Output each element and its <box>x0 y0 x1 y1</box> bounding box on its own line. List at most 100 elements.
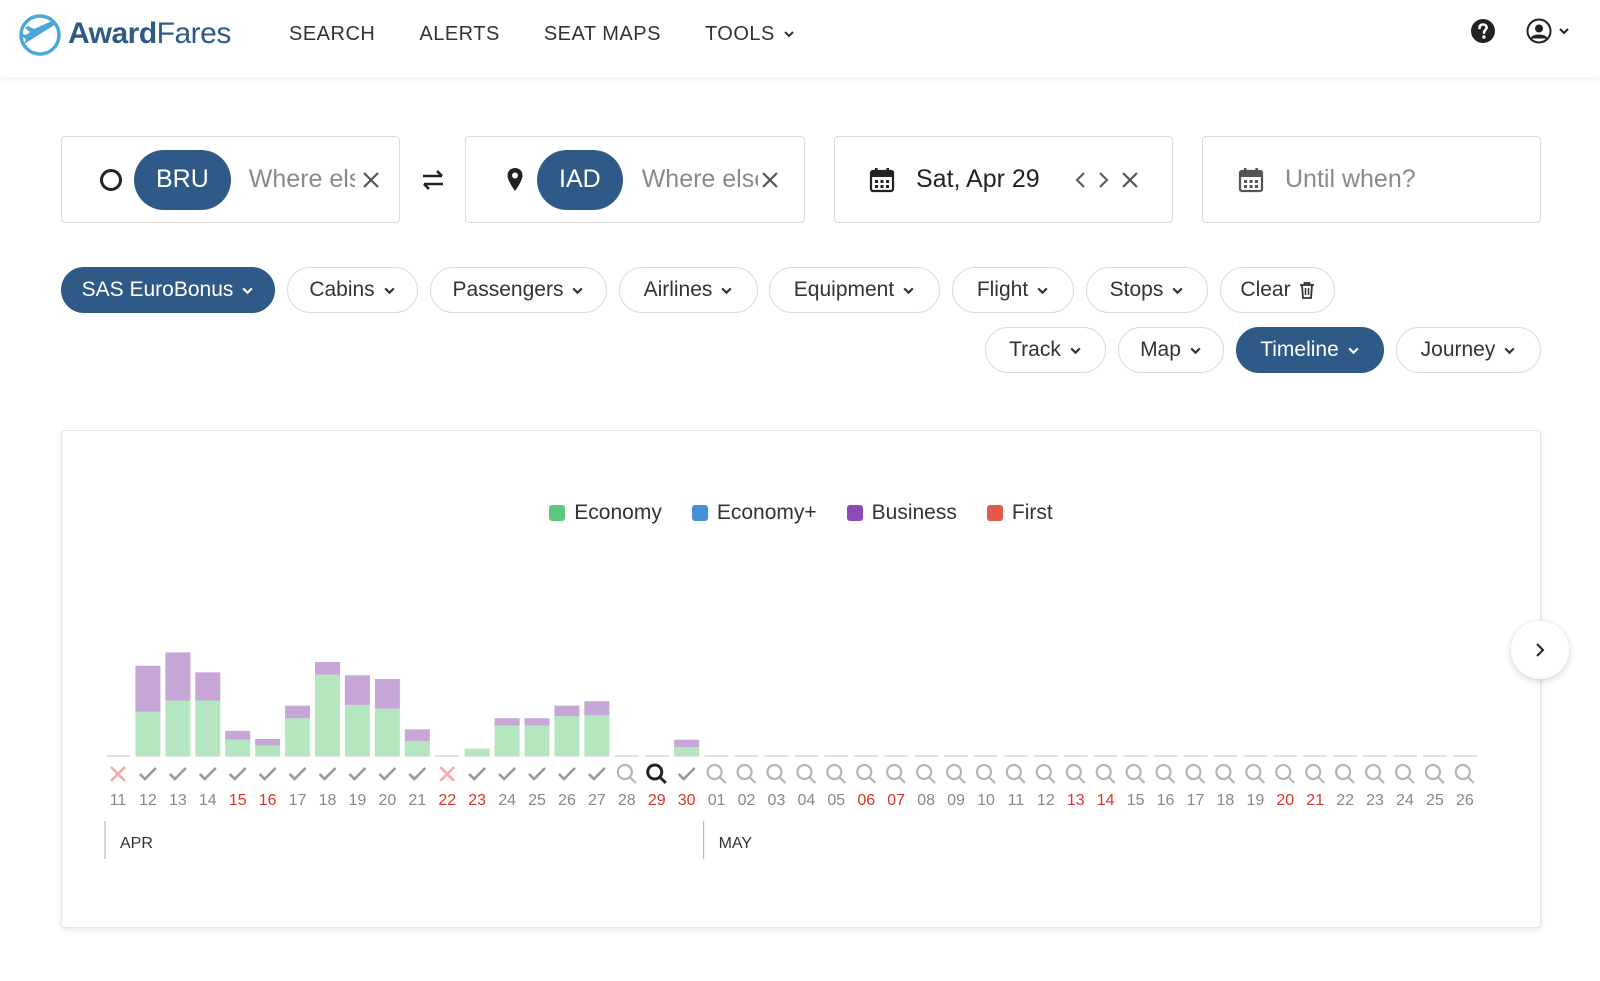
day-label: 20 <box>378 792 396 809</box>
clear-filters-button[interactable]: Clear <box>1220 267 1335 313</box>
chevron-down-icon <box>1504 347 1515 354</box>
search-icon[interactable] <box>1424 763 1445 784</box>
check-icon[interactable] <box>378 767 397 781</box>
no-availability-icon[interactable] <box>110 766 126 782</box>
passengers-filter-button[interactable]: Passengers <box>430 267 607 313</box>
map-button[interactable]: Map <box>1118 327 1224 373</box>
equipment-filter-button[interactable]: Equipment <box>769 267 940 313</box>
day-label: 19 <box>349 792 367 809</box>
day-label: 01 <box>708 792 726 809</box>
search-icon[interactable] <box>1275 763 1296 784</box>
destination-placeholder[interactable]: Where else? <box>642 165 758 194</box>
search-icon[interactable] <box>1065 763 1086 784</box>
equipment-filter-label: Equipment <box>793 278 895 301</box>
clear-origin-icon[interactable] <box>361 170 381 190</box>
program-filter-button[interactable]: SAS EuroBonus <box>61 267 275 313</box>
help-icon[interactable] <box>1470 18 1496 44</box>
main-nav: SEARCH ALERTS SEAT MAPS TOOLS <box>289 20 839 48</box>
timeline-button[interactable]: Timeline <box>1236 327 1384 373</box>
origin-field[interactable]: BRU Where else? <box>61 136 400 223</box>
search-icon[interactable] <box>916 763 936 784</box>
airlines-filter-button[interactable]: Airlines <box>619 267 758 313</box>
origin-airport-chip[interactable]: BRU <box>134 149 231 210</box>
selected-date[interactable]: Sat, Apr 29 <box>916 165 1068 194</box>
nav-tools[interactable]: TOOLS <box>705 20 795 48</box>
search-icon[interactable] <box>1005 763 1026 784</box>
user-menu[interactable] <box>1526 18 1570 44</box>
check-icon[interactable] <box>198 767 217 781</box>
check-icon[interactable] <box>498 767 517 781</box>
check-icon[interactable] <box>558 767 576 781</box>
check-icon[interactable] <box>677 767 696 781</box>
track-button[interactable]: Track <box>985 327 1106 373</box>
clear-date-icon[interactable] <box>1120 170 1140 190</box>
search-icon[interactable] <box>766 763 787 784</box>
economy-bar <box>225 739 251 756</box>
check-icon[interactable] <box>228 767 247 781</box>
business-bar <box>225 730 251 740</box>
day-label: 23 <box>468 792 486 809</box>
check-icon[interactable] <box>408 767 427 781</box>
origin-placeholder[interactable]: Where else? <box>249 165 355 194</box>
nav-search[interactable]: SEARCH <box>289 20 375 48</box>
until-date-placeholder[interactable]: Until when? <box>1285 165 1416 194</box>
nav-seat-maps[interactable]: SEAT MAPS <box>544 20 661 48</box>
search-icon[interactable] <box>856 763 877 784</box>
search-icon[interactable] <box>1394 763 1415 784</box>
program-filter-label: SAS EuroBonus <box>81 278 234 301</box>
economy-bar <box>374 708 400 756</box>
check-icon[interactable] <box>168 767 187 781</box>
check-icon[interactable] <box>258 767 277 781</box>
check-icon[interactable] <box>528 767 546 781</box>
journey-button[interactable]: Journey <box>1396 327 1541 373</box>
destination-field[interactable]: IAD Where else? <box>465 136 805 223</box>
search-icon[interactable] <box>616 763 637 784</box>
next-period-button[interactable] <box>1511 621 1569 679</box>
brand-name-part-award: Award <box>68 17 157 50</box>
no-availability-icon[interactable] <box>439 766 456 782</box>
search-icon[interactable] <box>1155 763 1176 784</box>
check-icon[interactable] <box>139 767 157 781</box>
calendar-icon <box>869 167 895 192</box>
search-icon[interactable] <box>826 763 847 784</box>
check-icon[interactable] <box>318 767 337 781</box>
until-date-field[interactable]: Until when? <box>1202 136 1541 223</box>
search-icon[interactable] <box>975 763 996 784</box>
flight-filter-button[interactable]: Flight <box>952 267 1074 313</box>
business-bar <box>255 738 281 746</box>
check-icon[interactable] <box>288 767 307 781</box>
nav-alerts[interactable]: ALERTS <box>419 20 499 48</box>
search-icon[interactable] <box>1364 763 1385 784</box>
search-icon[interactable] <box>1035 763 1056 784</box>
search-icon[interactable] <box>736 763 757 784</box>
search-icon[interactable] <box>706 763 727 784</box>
stops-filter-button[interactable]: Stops <box>1086 267 1208 313</box>
search-icon[interactable] <box>796 763 817 784</box>
cabins-filter-button[interactable]: Cabins <box>287 267 418 313</box>
check-icon[interactable] <box>587 767 606 781</box>
search-icon[interactable] <box>1305 763 1325 784</box>
awardfares-logo[interactable]: AwardFares <box>16 10 231 58</box>
day-label: 28 <box>618 792 636 809</box>
swap-icon[interactable] <box>421 168 445 192</box>
search-icon[interactable] <box>886 763 906 784</box>
next-date-icon[interactable] <box>1096 170 1110 190</box>
search-icon[interactable] <box>1215 763 1236 784</box>
clear-destination-icon[interactable] <box>760 170 780 190</box>
previous-date-icon[interactable] <box>1074 170 1088 190</box>
search-icon[interactable] <box>1125 763 1146 784</box>
day-label: 16 <box>259 792 277 809</box>
economy-bar <box>315 674 341 756</box>
check-icon[interactable] <box>348 767 367 781</box>
date-field[interactable]: Sat, Apr 29 <box>834 136 1173 223</box>
search-icon[interactable] <box>1454 763 1475 784</box>
check-icon[interactable] <box>468 767 487 781</box>
search-icon[interactable] <box>1245 763 1266 784</box>
search-icon[interactable] <box>1335 763 1355 784</box>
search-icon[interactable] <box>945 763 966 784</box>
search-icon[interactable] <box>1185 763 1206 784</box>
search-icon[interactable] <box>1095 763 1116 784</box>
selected-search-icon[interactable] <box>646 763 667 785</box>
day-label: 17 <box>1187 792 1205 809</box>
destination-airport-chip[interactable]: IAD <box>537 149 623 210</box>
